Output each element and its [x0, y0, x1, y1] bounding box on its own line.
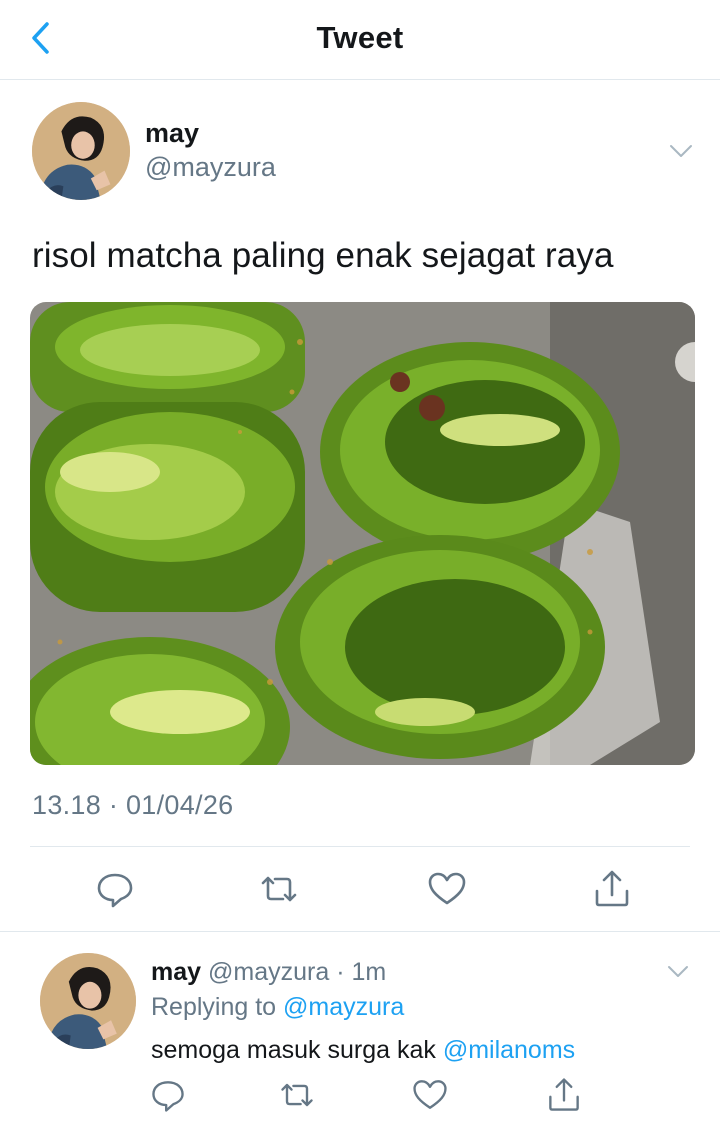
- reply-icon: [152, 1081, 184, 1112]
- retweet-button[interactable]: [257, 867, 301, 911]
- author-name[interactable]: may: [145, 118, 199, 149]
- divider: [0, 931, 720, 932]
- retweet-icon: [261, 876, 297, 902]
- share-icon: [595, 870, 629, 907]
- chevron-down-icon: [670, 145, 692, 157]
- reply-body: semoga masuk surga kak: [151, 1036, 436, 1064]
- like-icon: [413, 1080, 447, 1109]
- avatar[interactable]: [32, 102, 130, 200]
- top-bar: Tweet: [0, 0, 720, 80]
- reply-time: · 1m: [336, 958, 387, 986]
- like-button[interactable]: [425, 867, 469, 911]
- tweet-menu-button[interactable]: [668, 140, 694, 162]
- share-button[interactable]: [590, 867, 634, 911]
- retweet-icon: [281, 1083, 313, 1107]
- chevron-down-icon: [668, 966, 688, 977]
- page-title: Tweet: [316, 20, 404, 55]
- reply-author-name[interactable]: may: [151, 958, 201, 986]
- author-handle[interactable]: @mayzura: [145, 152, 276, 183]
- tweet-timestamp: 13.18 · 01/04/26: [32, 790, 234, 820]
- reply-retweet-button[interactable]: [277, 1075, 317, 1115]
- replying-to: Replying to @mayzura: [151, 993, 404, 1022]
- reply-share-button[interactable]: [544, 1075, 584, 1115]
- tweet-text: risol matcha paling enak sejagat raya: [32, 236, 614, 275]
- divider: [30, 846, 690, 847]
- reply-text: semoga masuk surga kak @milanoms: [151, 1036, 575, 1065]
- reply-icon: [97, 873, 133, 908]
- replying-prefix: Replying to: [151, 993, 277, 1021]
- reply-like-button[interactable]: [410, 1075, 450, 1115]
- replying-to-link[interactable]: @mayzura: [283, 993, 404, 1021]
- reply-menu-button[interactable]: [666, 962, 690, 982]
- reply-header: may @mayzura · 1m: [151, 958, 386, 987]
- reply-author-handle[interactable]: @mayzura: [208, 958, 329, 986]
- share-icon: [549, 1078, 579, 1111]
- reply-button[interactable]: [93, 867, 137, 911]
- mention-link[interactable]: @milanoms: [443, 1036, 575, 1064]
- reply-reply-button[interactable]: [148, 1075, 188, 1115]
- like-icon: [428, 872, 466, 905]
- tweet-image[interactable]: [30, 302, 695, 765]
- reply-avatar[interactable]: [40, 953, 136, 1049]
